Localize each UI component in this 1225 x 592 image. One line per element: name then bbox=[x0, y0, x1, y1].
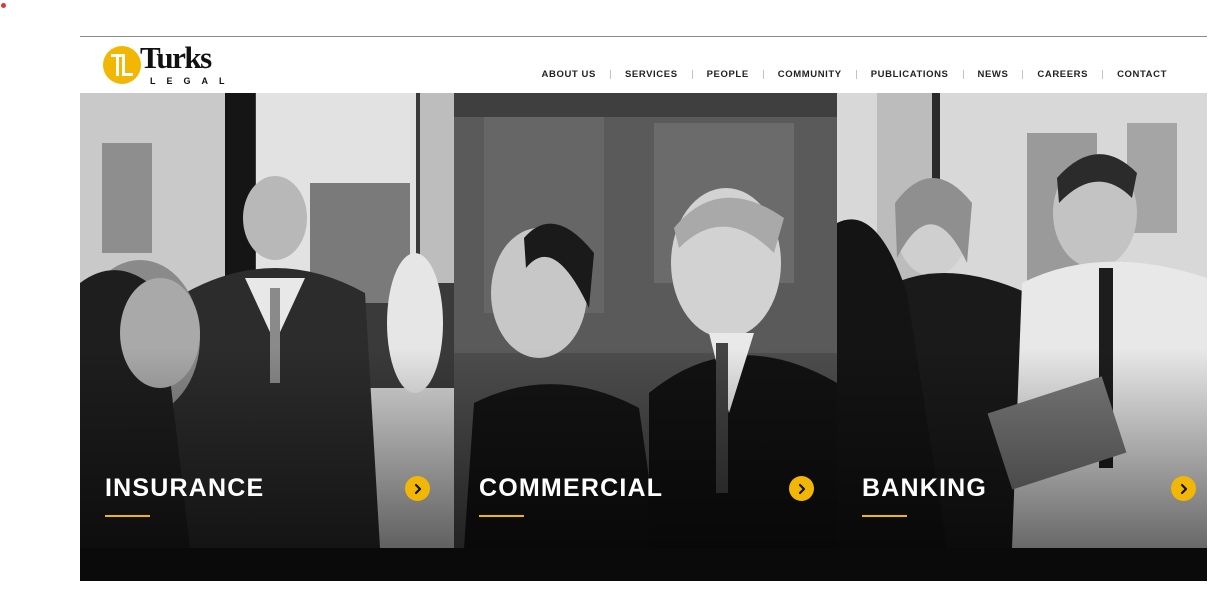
panel-title-banking: BANKING bbox=[862, 474, 988, 502]
turks-logo-icon bbox=[103, 46, 141, 84]
panel-underline bbox=[479, 515, 524, 517]
brand-name: Turks bbox=[140, 40, 212, 75]
turks-legal-logo[interactable]: Turks LEGAL bbox=[102, 40, 242, 87]
footer-band bbox=[80, 548, 1207, 581]
brand-subtitle: LEGAL bbox=[150, 76, 236, 86]
nav-item-contact[interactable]: CONTACT bbox=[1117, 69, 1167, 80]
nav-item-publications[interactable]: PUBLICATIONS bbox=[871, 69, 949, 80]
panel-commercial[interactable]: COMMERCIAL bbox=[454, 93, 837, 548]
nav-divider bbox=[691, 70, 693, 79]
panel-underline bbox=[105, 515, 150, 517]
panel-title-commercial: COMMERCIAL bbox=[479, 474, 664, 502]
chevron-right-icon[interactable] bbox=[789, 476, 814, 501]
nav-divider bbox=[962, 70, 964, 79]
nav-divider bbox=[855, 70, 857, 79]
nav-item-news[interactable]: NEWS bbox=[978, 69, 1009, 80]
nav-divider bbox=[609, 70, 611, 79]
nav-item-about-us[interactable]: ABOUT US bbox=[542, 69, 596, 80]
panel-title-insurance: INSURANCE bbox=[105, 474, 265, 502]
site-header: Turks LEGAL ABOUT US SERVICES PEOPLE COM… bbox=[80, 37, 1207, 94]
nav-divider bbox=[1022, 70, 1024, 79]
nav-item-community[interactable]: COMMUNITY bbox=[778, 69, 842, 80]
nav-divider bbox=[1102, 70, 1104, 79]
main-nav: ABOUT US SERVICES PEOPLE COMMUNITY PUBLI… bbox=[542, 69, 1167, 80]
nav-item-services[interactable]: SERVICES bbox=[625, 69, 678, 80]
chevron-right-icon[interactable] bbox=[1171, 476, 1196, 501]
nav-item-people[interactable]: PEOPLE bbox=[707, 69, 749, 80]
panel-shade bbox=[837, 348, 1207, 548]
nav-divider bbox=[762, 70, 764, 79]
panel-insurance[interactable]: INSURANCE bbox=[80, 93, 454, 548]
nav-item-careers[interactable]: CAREERS bbox=[1037, 69, 1088, 80]
panel-underline bbox=[862, 515, 907, 517]
panel-shade bbox=[454, 348, 837, 548]
panel-banking[interactable]: BANKING bbox=[837, 93, 1207, 548]
chevron-right-icon[interactable] bbox=[405, 476, 430, 501]
practice-area-panels: INSURANCE COMMERCIAL BANKING bbox=[80, 93, 1207, 548]
panel-shade bbox=[80, 348, 454, 548]
site-frame: Turks LEGAL ABOUT US SERVICES PEOPLE COM… bbox=[80, 36, 1207, 581]
corner-dot bbox=[1, 3, 6, 8]
